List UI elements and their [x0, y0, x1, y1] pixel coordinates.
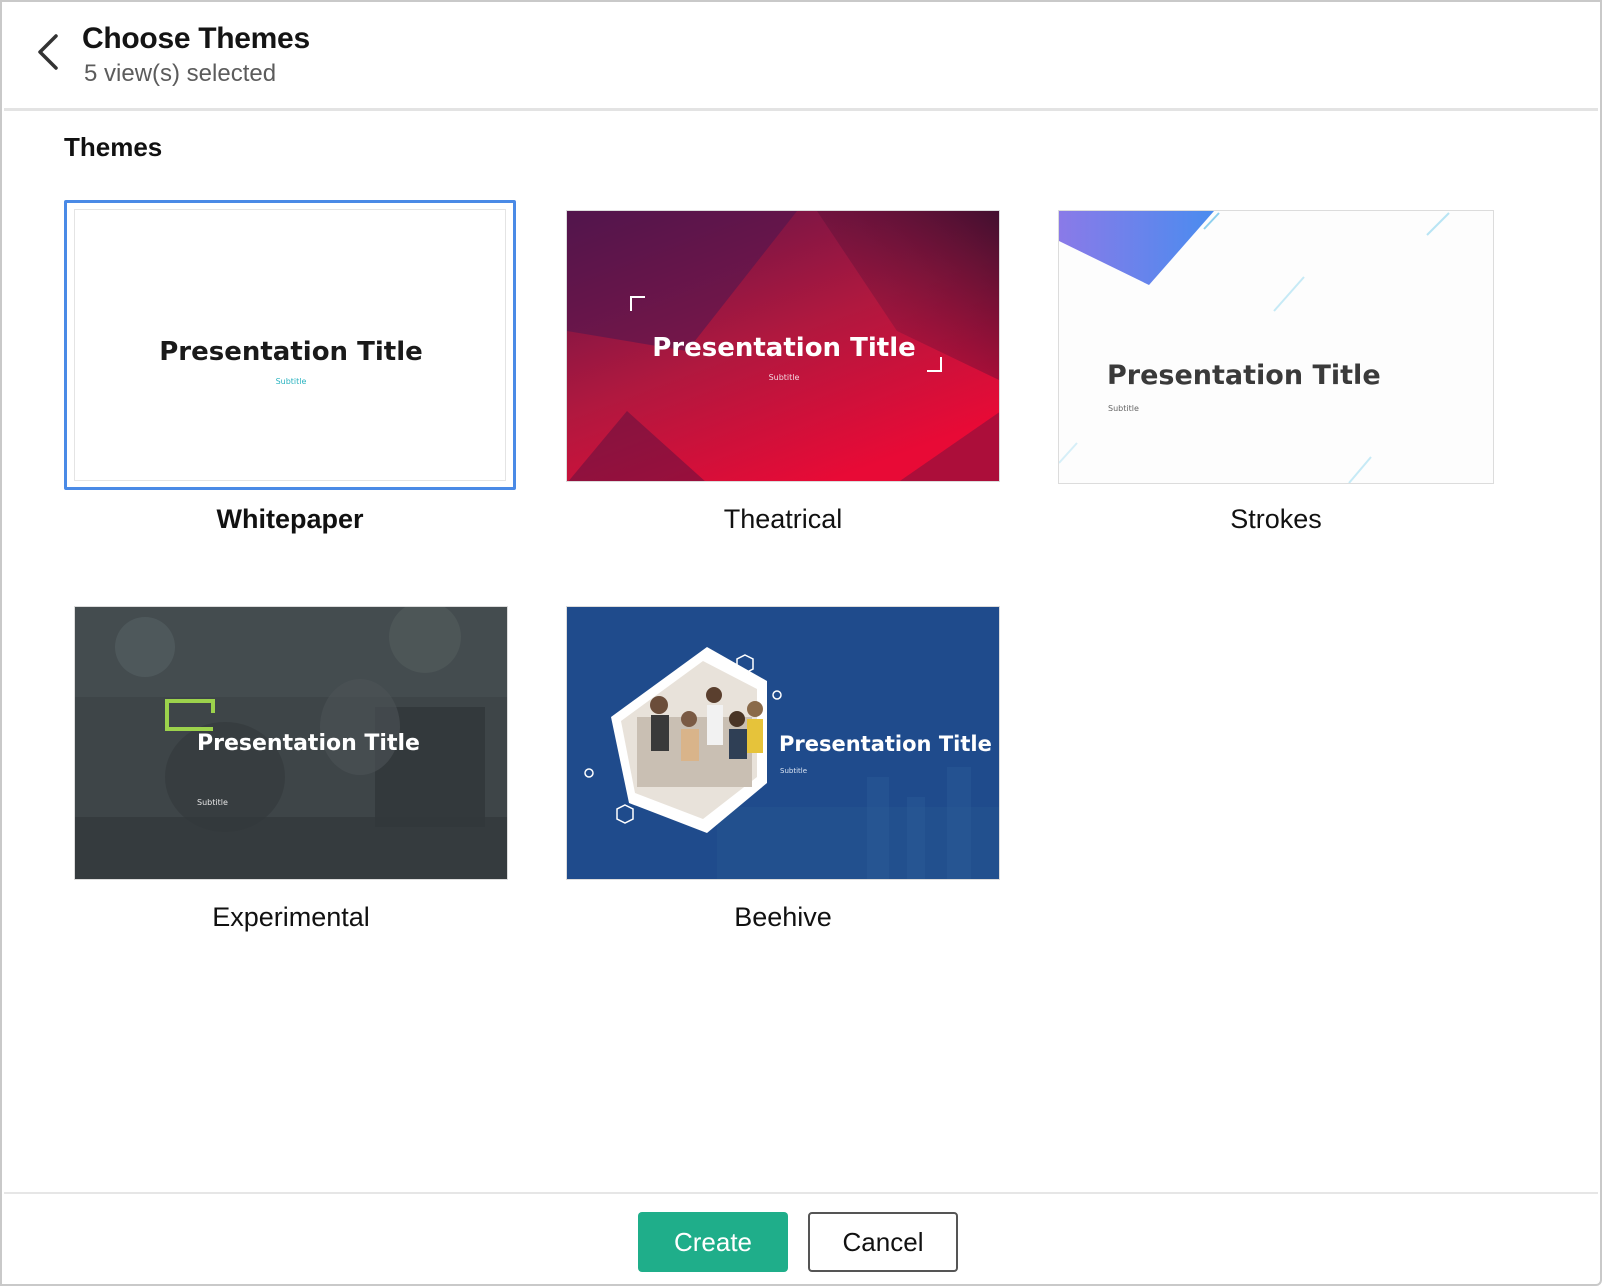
- chevron-left-icon: [38, 34, 58, 70]
- preview-title: Presentation Title: [652, 333, 916, 363]
- section-title: Themes: [64, 132, 163, 162]
- theme-label: Experimental: [212, 902, 370, 932]
- back-button[interactable]: [28, 32, 68, 72]
- cancel-button[interactable]: Cancel: [808, 1212, 958, 1272]
- theme-card-experimental[interactable]: Presentation Title Subtitle Experimental: [74, 606, 508, 946]
- theme-preview-theatrical: Presentation Title Subtitle: [566, 210, 1000, 482]
- preview-title: Presentation Title: [159, 337, 423, 367]
- theme-card-theatrical[interactable]: Presentation Title Subtitle Theatrical: [566, 200, 1000, 540]
- dialog-header: Choose Themes 5 view(s) selected: [4, 4, 1598, 111]
- theme-preview-experimental: Presentation Title Subtitle: [74, 606, 508, 880]
- theme-card-strokes[interactable]: Presentation Title Subtitle Strokes: [1058, 200, 1494, 540]
- preview-subtitle: Subtitle: [276, 377, 307, 386]
- theme-card-whitepaper[interactable]: Presentation Title Subtitle Whitepaper: [64, 200, 516, 540]
- preview-subtitle: Subtitle: [769, 373, 800, 382]
- preview-subtitle: Subtitle: [780, 767, 807, 775]
- theme-preview-beehive: Presentation Title Subtitle: [566, 606, 1000, 880]
- preview-subtitle: Subtitle: [197, 798, 228, 807]
- theme-preview-whitepaper: Presentation Title Subtitle: [74, 209, 506, 481]
- preview-title: Presentation Title: [1107, 360, 1381, 391]
- create-button[interactable]: Create: [638, 1212, 788, 1272]
- preview-title: Presentation Title: [779, 732, 992, 756]
- theme-label: Strokes: [1230, 504, 1322, 534]
- theme-label: Whitepaper: [216, 504, 364, 534]
- theme-label: Beehive: [734, 902, 832, 932]
- preview-title: Presentation Title: [197, 731, 420, 756]
- preview-subtitle: Subtitle: [1108, 404, 1139, 413]
- theme-label: Theatrical: [723, 504, 843, 534]
- choose-themes-dialog: Choose Themes 5 view(s) selected Themes …: [0, 0, 1602, 1286]
- page-title: Choose Themes: [82, 22, 310, 55]
- dialog-footer: Create Cancel: [4, 1192, 1598, 1286]
- selection-count: 5 view(s) selected: [84, 60, 277, 87]
- theme-card-beehive[interactable]: Presentation Title Subtitle Beehive: [566, 606, 1000, 946]
- theme-preview-strokes: Presentation Title Subtitle: [1058, 210, 1494, 484]
